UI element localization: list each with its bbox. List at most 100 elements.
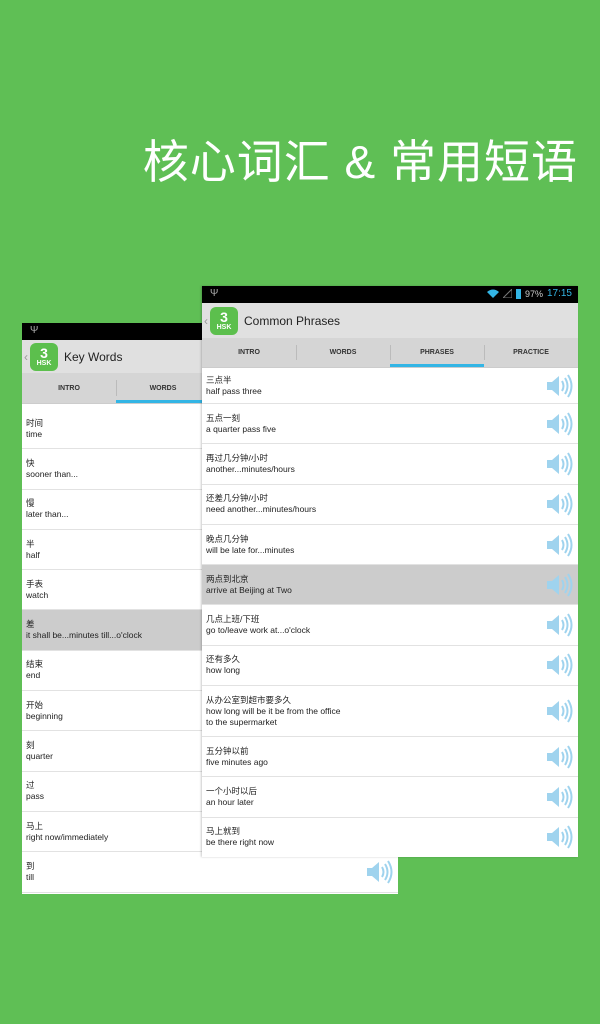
speaker-icon[interactable] [544,572,574,598]
list-item[interactable]: 几点上班/下班 go to/leave work at...o'clock [202,605,578,646]
tab-practice[interactable]: PRACTICE [484,338,578,367]
item-english: beginning [26,710,63,721]
item-chinese: 再过几分钟/小时 [206,452,268,463]
item-chinese: 两点到北京 [206,573,249,584]
list-item[interactable]: 五点一刻 a quarter pass five [202,404,578,445]
item-text: 手表 watch [26,579,48,601]
item-english-cont: to the supermarket [206,716,277,727]
item-chinese: 手表 [26,578,44,589]
tab-intro[interactable]: INTRO [22,373,116,403]
item-chinese: 过 [26,780,35,791]
list-item[interactable]: 晚点几分钟 will be late for...minutes [202,525,578,566]
speaker-icon[interactable] [544,451,574,477]
item-chinese: 一个小时以后 [206,786,258,797]
common-phrases-screen: Ψ 97% 17:15 ‹ 3 HSK Common Phrases INTRO W… [202,286,578,857]
item-english: five minutes ago [206,756,268,767]
item-text: 马上就到 be there right now [206,826,274,848]
list-item[interactable]: 一个小时以后 an hour later [202,777,578,818]
item-chinese: 到 [26,860,35,871]
list-item[interactable]: 再过几分钟/小时 another...minutes/hours [202,444,578,485]
page-title: Key Words [64,349,123,364]
item-text: 时间 time [26,418,43,440]
page-title: Common Phrases [244,313,341,328]
item-text: 刻 quarter [26,740,53,762]
item-text: 从办公室到超市要多久 how long will be it be from th… [206,695,341,728]
list-item[interactable]: 马上就到 be there right now [202,818,578,857]
item-chinese: 还差几分钟/小时 [206,493,268,504]
item-text: 到 till [26,861,35,883]
item-english: sooner than... [26,468,78,479]
list-item[interactable]: 五分钟以前 five minutes ago [202,737,578,778]
item-english: it shall be...minutes till...o'clock [26,630,142,641]
item-chinese: 慢 [26,498,35,509]
speaker-icon[interactable] [544,411,574,437]
item-english: arrive at Beijing at Two [206,584,292,595]
list-item[interactable]: 还差几分钟/小时 need another...minutes/hours [202,485,578,525]
battery-percent: 97% [524,288,543,299]
battery-icon [515,288,521,299]
speaker-icon[interactable] [544,532,574,558]
item-english: time [26,428,43,439]
tab-intro[interactable]: INTRO [202,338,296,367]
app-logo[interactable]: 3 HSK [30,342,58,371]
item-chinese: 五点一刻 [206,412,241,423]
list-item[interactable]: 三点半 half pass three [202,368,578,404]
item-text: 还差几分钟/小时 need another...minutes/hours [206,493,316,515]
speaker-icon[interactable] [544,784,574,810]
list-item[interactable]: 两点到北京 arrive at Beijing at Two [202,565,578,606]
item-english: watch [26,589,49,600]
list-item[interactable]: 还有多久 how long [202,646,578,687]
speaker-icon[interactable] [544,744,574,770]
item-text: 半 half [26,539,40,561]
item-text: 慢 later than... [26,498,69,520]
item-chinese: 还有多久 [206,654,241,665]
item-text: 五分钟以前 five minutes ago [206,746,268,768]
tab-words[interactable]: WORDS [296,338,390,367]
item-text: 三点半 half pass three [206,375,262,397]
item-text: 还有多久 how long [206,654,240,676]
speaker-icon[interactable] [544,612,574,638]
item-chinese: 半 [26,538,35,549]
item-chinese: 从办公室到超市要多久 [206,694,292,705]
item-chinese: 结束 [26,659,44,670]
item-english: pass [26,791,44,802]
tab-bar: INTRO WORDS PHRASES PRACTICE [202,338,578,368]
item-chinese: 马上就到 [206,826,241,837]
speaker-icon[interactable] [544,824,574,850]
item-english: half [26,549,40,560]
speaker-icon[interactable] [544,698,574,724]
item-text: 一个小时以后 an hour later [206,786,257,808]
speaker-icon[interactable] [544,373,574,399]
item-text: 五点一刻 a quarter pass five [206,413,276,435]
speaker-icon[interactable] [364,859,394,885]
item-text: 晚点几分钟 will be late for...minutes [206,534,294,556]
list-item[interactable]: 到 till [22,852,398,893]
app-logo[interactable]: 3 HSK [210,306,238,335]
speaker-icon[interactable] [544,652,574,678]
item-english: how long will be it be from the office [206,705,341,716]
tab-words[interactable]: WORDS [116,373,210,403]
item-english: quarter [26,751,53,762]
list-item[interactable]: 从办公室到超市要多久 how long will be it be from th… [202,686,578,738]
item-chinese: 几点上班/下班 [206,614,260,625]
speaker-icon[interactable] [544,491,574,517]
item-text: 几点上班/下班 go to/leave work at...o'clock [206,614,310,636]
item-text: 马上 right now/immediately [26,821,108,843]
tab-phrases[interactable]: PHRASES [390,338,484,367]
item-chinese: 刻 [26,740,35,751]
item-text: 快 sooner than... [26,458,78,480]
item-text: 再过几分钟/小时 another...minutes/hours [206,453,295,475]
item-text: 过 pass [26,780,44,802]
item-text: 两点到北京 arrive at Beijing at Two [206,574,292,596]
status-bar: Ψ 97% 17:15 [202,286,578,303]
item-english: later than... [26,509,69,520]
item-english: need another...minutes/hours [206,504,317,515]
item-english: a quarter pass five [206,423,276,434]
wifi-icon [486,289,499,298]
usb-icon: Ψ [30,325,39,336]
item-english: half pass three [206,385,262,396]
item-english: another...minutes/hours [206,463,295,474]
signal-icon [502,289,512,298]
item-english: be there right now [206,837,275,848]
item-text: 结束 end [26,659,43,681]
